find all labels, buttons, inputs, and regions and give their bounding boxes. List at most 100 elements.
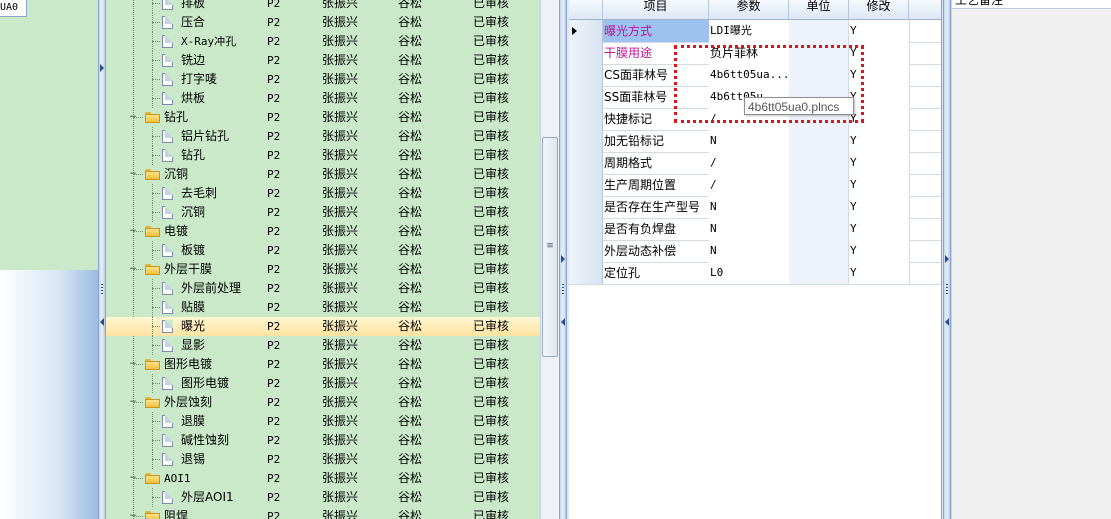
collapse-icon[interactable]: − <box>129 113 137 122</box>
collapse-icon[interactable]: − <box>129 512 137 519</box>
tree-row[interactable]: 外层AOI1 P2 张振兴 谷松 已审核 <box>106 488 540 507</box>
tree-group-row[interactable]: − 图形电镀 P2 张振兴 谷松 已审核 <box>106 355 540 374</box>
process-tree[interactable]: 排板 P2 张振兴 谷松 已审核 压合 P2 张振兴 谷松 已审核 X-Ray冲孔 P2 张振兴 谷松 已审… <box>106 0 540 519</box>
grid-cell-param[interactable]: N <box>709 130 790 152</box>
grid-cell-name[interactable]: 曝光方式 <box>603 20 710 42</box>
tree-row[interactable]: 显影 P2 张振兴 谷松 已审核 <box>106 336 540 355</box>
grid-cell-param[interactable]: / <box>709 152 790 174</box>
tree-row[interactable]: 图形电镀 P2 张振兴 谷松 已审核 <box>106 374 540 393</box>
splitter-arrow-icon[interactable] <box>945 255 949 263</box>
tree-row[interactable]: 贴膜 P2 张振兴 谷松 已审核 <box>106 298 540 317</box>
grid-cell-mod[interactable]: Y <box>849 240 910 262</box>
grid-cell-unit[interactable] <box>789 240 849 262</box>
grid-cell-name[interactable]: 外层动态补偿 <box>603 240 710 262</box>
tree-row[interactable]: 铣边 P2 张振兴 谷松 已审核 <box>106 51 540 70</box>
tree-row[interactable]: 排板 P2 张振兴 谷松 已审核 <box>106 0 540 13</box>
grid-cell-unit[interactable] <box>789 130 849 152</box>
tree-row[interactable]: 去毛刺 P2 张振兴 谷松 已审核 <box>106 184 540 203</box>
collapse-icon[interactable]: − <box>129 170 137 179</box>
grid-cell-name[interactable]: 加无铅标记 <box>603 130 710 152</box>
grid-row[interactable]: 是否有负焊盘 N Y <box>569 218 941 241</box>
collapse-icon[interactable]: − <box>129 474 137 483</box>
row-indicator[interactable] <box>569 152 603 174</box>
tree-row[interactable]: 沉铜 P2 张振兴 谷松 已审核 <box>106 203 540 222</box>
grid-cell-param[interactable]: LDI曝光 <box>709 20 790 42</box>
row-indicator[interactable] <box>569 20 603 42</box>
grid-row[interactable]: 加无铅标记 N Y <box>569 130 941 153</box>
tree-row[interactable]: 铝片钻孔 P2 张振兴 谷松 已审核 <box>106 127 540 146</box>
grid-cell-mod[interactable]: Y <box>849 196 910 218</box>
row-indicator[interactable] <box>569 262 603 284</box>
column-header-name[interactable]: 项目 <box>603 0 709 19</box>
collapse-icon[interactable]: − <box>129 360 137 369</box>
tree-row[interactable]: 外层前处理 P2 张振兴 谷松 已审核 <box>106 279 540 298</box>
tree-row[interactable]: 钻孔 P2 张振兴 谷松 已审核 <box>106 146 540 165</box>
tree-row[interactable]: 板镀 P2 张振兴 谷松 已审核 <box>106 241 540 260</box>
collapse-icon[interactable]: − <box>129 265 137 274</box>
grid-cell-mod[interactable]: Y <box>849 20 910 42</box>
middle-splitter[interactable] <box>559 0 567 519</box>
grid-cell-name[interactable]: 是否存在生产型号 <box>603 196 710 218</box>
splitter-grip-icon[interactable] <box>100 283 104 295</box>
column-header-param[interactable]: 参数 <box>709 0 789 19</box>
tree-group-row[interactable]: − AOI1 P2 张振兴 谷松 已审核 <box>106 469 540 488</box>
splitter-arrow-icon[interactable] <box>561 318 565 326</box>
grid-cell-mod[interactable]: Y <box>849 174 910 196</box>
grid-cell-name[interactable]: 生产周期位置 <box>603 174 710 196</box>
grid-row[interactable]: 周期格式 / Y <box>569 152 941 175</box>
splitter-grip-icon[interactable] <box>561 283 565 295</box>
tree-row[interactable]: 退膜 P2 张振兴 谷松 已审核 <box>106 412 540 431</box>
tree-group-row[interactable]: − 电镀 P2 张振兴 谷松 已审核 <box>106 222 540 241</box>
tree-group-row[interactable]: − 阻焊 P2 张振兴 谷松 已审核 <box>106 507 540 519</box>
grid-cell-unit[interactable] <box>789 196 849 218</box>
row-indicator[interactable] <box>569 174 603 196</box>
grid-row[interactable]: 曝光方式 LDI曝光 Y <box>569 20 941 43</box>
grid-cell-param[interactable]: N <box>709 196 790 218</box>
splitter-arrow-icon[interactable] <box>100 318 104 326</box>
left-splitter[interactable] <box>98 0 106 519</box>
grid-cell-param[interactable]: L0 <box>709 262 790 284</box>
grid-cell-unit[interactable] <box>789 174 849 196</box>
grid-cell-mod[interactable]: Y <box>849 152 910 174</box>
splitter-arrow-icon[interactable] <box>945 318 949 326</box>
tree-row[interactable]: 曝光 P2 张振兴 谷松 已审核 <box>106 317 540 336</box>
right-splitter[interactable] <box>943 0 951 519</box>
tree-row[interactable]: 退锡 P2 张振兴 谷松 已审核 <box>106 450 540 469</box>
row-indicator[interactable] <box>569 86 603 108</box>
grid-cell-mod[interactable]: Y <box>849 262 910 284</box>
grid-row[interactable]: 生产周期位置 / Y <box>569 174 941 197</box>
tree-scrollbar[interactable]: ≡ <box>540 0 559 519</box>
tree-row[interactable]: 烘板 P2 张振兴 谷松 已审核 <box>106 89 540 108</box>
row-indicator[interactable] <box>569 108 603 130</box>
tree-group-row[interactable]: − 外层蚀刻 P2 张振兴 谷松 已审核 <box>106 393 540 412</box>
splitter-grip-icon[interactable] <box>945 283 949 295</box>
grid-row[interactable]: 外层动态补偿 N Y <box>569 240 941 263</box>
grid-cell-unit[interactable] <box>789 152 849 174</box>
grid-cell-mod[interactable]: Y <box>849 218 910 240</box>
grid-cell-mod[interactable]: Y <box>849 130 910 152</box>
grid-cell-name[interactable]: 周期格式 <box>603 152 710 174</box>
row-indicator[interactable] <box>569 218 603 240</box>
grid-cell-param[interactable]: N <box>709 240 790 262</box>
tree-scrollbar-thumb[interactable]: ≡ <box>542 137 558 357</box>
row-indicator[interactable] <box>569 42 603 64</box>
tree-row[interactable]: 碱性蚀刻 P2 张振兴 谷松 已审核 <box>106 431 540 450</box>
grid-row[interactable]: 定位孔 L0 Y <box>569 262 941 285</box>
splitter-arrow-icon[interactable] <box>561 255 565 263</box>
row-indicator[interactable] <box>569 196 603 218</box>
grid-row[interactable]: 是否存在生产型号 N Y <box>569 196 941 219</box>
tree-group-row[interactable]: − 钻孔 P2 张振兴 谷松 已审核 <box>106 108 540 127</box>
left-code-field[interactable]: UA0 <box>0 0 27 17</box>
tree-group-row[interactable]: − 外层干膜 P2 张振兴 谷松 已审核 <box>106 260 540 279</box>
row-indicator[interactable] <box>569 240 603 262</box>
grid-cell-name[interactable]: 定位孔 <box>603 262 710 284</box>
column-header-unit[interactable]: 单位 <box>789 0 849 19</box>
tree-row[interactable]: 打字唛 P2 张振兴 谷松 已审核 <box>106 70 540 89</box>
grid-cell-param[interactable]: N <box>709 218 790 240</box>
collapse-icon[interactable]: − <box>129 398 137 407</box>
grid-cell-unit[interactable] <box>789 262 849 284</box>
tree-row[interactable]: 压合 P2 张振兴 谷松 已审核 <box>106 13 540 32</box>
splitter-arrow-icon[interactable] <box>100 64 104 72</box>
row-indicator[interactable] <box>569 130 603 152</box>
collapse-icon[interactable]: − <box>129 227 137 236</box>
